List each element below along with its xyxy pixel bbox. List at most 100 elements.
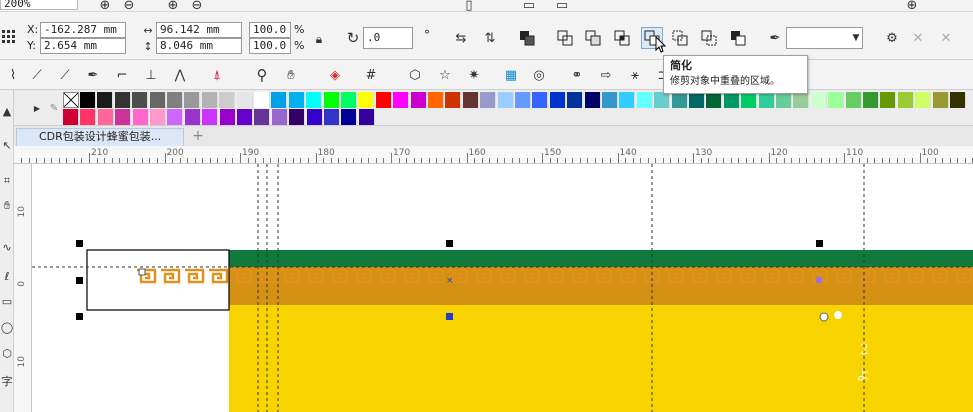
arrow-shapes-icon[interactable]: ⇨ — [597, 66, 615, 84]
color-swatch[interactable] — [202, 109, 219, 125]
zoom-icon[interactable]: ⚲ — [253, 66, 271, 84]
center-marker[interactable] — [446, 313, 453, 320]
y-position-field[interactable]: 2.654 mm — [40, 38, 126, 54]
color-swatch[interactable] — [184, 109, 201, 125]
color-swatch[interactable] — [341, 92, 357, 108]
color-swatch[interactable] — [619, 92, 636, 108]
color-swatch[interactable] — [393, 92, 410, 108]
chevron-down-icon[interactable]: ▼ — [847, 29, 865, 47]
bspline-icon[interactable]: ⌐ — [113, 66, 131, 84]
trim-icon[interactable] — [584, 29, 602, 47]
color-swatch[interactable] — [237, 109, 253, 125]
line-icon[interactable]: ⟋ — [28, 66, 46, 84]
color-swatch[interactable] — [497, 92, 514, 108]
color-swatch[interactable] — [915, 92, 932, 108]
color-swatch[interactable] — [602, 92, 618, 108]
color-swatch[interactable] — [254, 109, 271, 125]
color-swatch[interactable] — [341, 109, 358, 125]
tab-document[interactable]: CDR包装设计蜂蜜包装... — [16, 128, 184, 146]
color-swatch[interactable] — [758, 92, 775, 108]
color-swatch[interactable] — [97, 92, 114, 108]
color-swatch[interactable] — [184, 92, 201, 108]
vertical-ruler[interactable]: 10 0 10 — [14, 164, 32, 412]
clear-icon[interactable]: ✕ — [909, 29, 927, 47]
create-boundary-icon[interactable] — [729, 29, 747, 47]
color-swatch[interactable] — [932, 92, 949, 108]
color-swatch[interactable] — [150, 109, 166, 125]
color-swatch[interactable] — [897, 92, 914, 108]
color-swatch[interactable] — [149, 92, 166, 108]
front-minus-back-icon[interactable] — [671, 29, 689, 47]
lock-ratio-icon[interactable]: 🔒︎ — [310, 30, 328, 48]
color-swatch[interactable] — [132, 92, 149, 108]
color-swatch[interactable] — [515, 92, 531, 108]
intersect-icon[interactable] — [613, 29, 631, 47]
weld-icon[interactable] — [556, 29, 574, 47]
color-swatch[interactable] — [706, 92, 723, 108]
color-swatch[interactable] — [810, 92, 827, 108]
interactive-fill-icon[interactable]: ◈ — [326, 66, 344, 84]
color-swatch[interactable] — [845, 92, 862, 108]
color-swatch[interactable] — [375, 92, 392, 108]
color-swatch[interactable] — [689, 92, 705, 108]
color-swatch[interactable] — [828, 92, 845, 108]
color-swatch[interactable] — [271, 92, 288, 108]
color-swatch[interactable] — [254, 92, 270, 108]
color-swatch[interactable] — [167, 92, 183, 108]
artistic-media-icon[interactable]: ℓ — [0, 265, 14, 287]
add-tab-button[interactable]: + — [190, 129, 206, 144]
color-swatch[interactable] — [462, 92, 479, 108]
color-swatch[interactable] — [271, 109, 288, 125]
color-swatch[interactable] — [480, 92, 497, 108]
wrap-text-icon[interactable]: ⚙︎ — [883, 29, 901, 47]
polyline-icon[interactable]: ⟋ — [56, 66, 74, 84]
x-position-field[interactable]: -162.287 mm — [40, 22, 126, 38]
spiral-icon[interactable]: ◎ — [530, 66, 548, 84]
color-swatch[interactable] — [219, 109, 236, 125]
horizontal-ruler[interactable]: 210 200 190 180 170 160 150 140 130 120 110 100 — [14, 146, 973, 164]
color-swatch[interactable] — [549, 92, 566, 108]
color-swatch[interactable] — [863, 92, 879, 108]
color-swatch[interactable] — [115, 109, 132, 125]
color-swatch[interactable] — [776, 92, 792, 108]
height-field[interactable]: 8.046 mm — [156, 38, 242, 54]
pen-icon[interactable]: ✒︎ — [84, 66, 102, 84]
scale-y-field[interactable]: 100.0 — [249, 38, 291, 54]
rectangle-tool-icon[interactable]: ▭ — [0, 290, 14, 312]
star-icon[interactable]: ☆ — [436, 66, 454, 84]
mirror-vertical-icon[interactable]: ⇅ — [481, 29, 499, 47]
color-swatch[interactable] — [324, 109, 340, 125]
color-swatch[interactable] — [880, 92, 897, 108]
polygon-icon[interactable]: ⬡ — [406, 66, 424, 84]
basic-shapes-icon[interactable]: ⚭ — [568, 66, 586, 84]
grid-snap-icon[interactable]: # — [362, 66, 380, 84]
color-swatch[interactable] — [741, 92, 758, 108]
color-swatch[interactable] — [428, 92, 444, 108]
color-swatch[interactable] — [410, 92, 427, 108]
color-swatch[interactable] — [950, 92, 966, 108]
crop-tool-icon[interactable]: ⌗ — [0, 170, 14, 192]
drawing-canvas[interactable]: × 2 よ — [32, 164, 973, 412]
color-swatch[interactable] — [97, 109, 114, 125]
ellipse-tool-icon[interactable]: ◯ — [0, 316, 14, 338]
back-minus-front-icon[interactable] — [700, 29, 718, 47]
color-swatch[interactable] — [80, 109, 97, 125]
pick-tool-icon[interactable]: ▲ — [0, 100, 14, 122]
color-swatch[interactable] — [532, 92, 549, 108]
mirror-horizontal-icon[interactable]: ⇆ — [452, 29, 470, 47]
color-swatch[interactable] — [584, 92, 601, 108]
palette-menu-icon[interactable]: ▶ — [28, 100, 46, 118]
color-swatch[interactable] — [306, 109, 323, 125]
color-swatch[interactable] — [723, 92, 740, 108]
zoom-level-field[interactable]: 200% — [0, 0, 78, 10]
color-swatch[interactable] — [80, 92, 96, 108]
color-swatch[interactable] — [132, 109, 149, 125]
color-swatch[interactable] — [114, 92, 131, 108]
combine-icon[interactable] — [518, 29, 536, 47]
eyedropper-icon[interactable]: ✎ — [45, 100, 63, 118]
scale-x-field[interactable]: 100.0 — [249, 22, 291, 38]
width-field[interactable]: 96.142 mm — [156, 22, 242, 38]
color-swatch[interactable] — [201, 92, 218, 108]
flowchart-shapes-icon[interactable]: ⚹ — [626, 66, 644, 84]
hand-tool-icon[interactable]: ✋︎ — [0, 195, 14, 217]
